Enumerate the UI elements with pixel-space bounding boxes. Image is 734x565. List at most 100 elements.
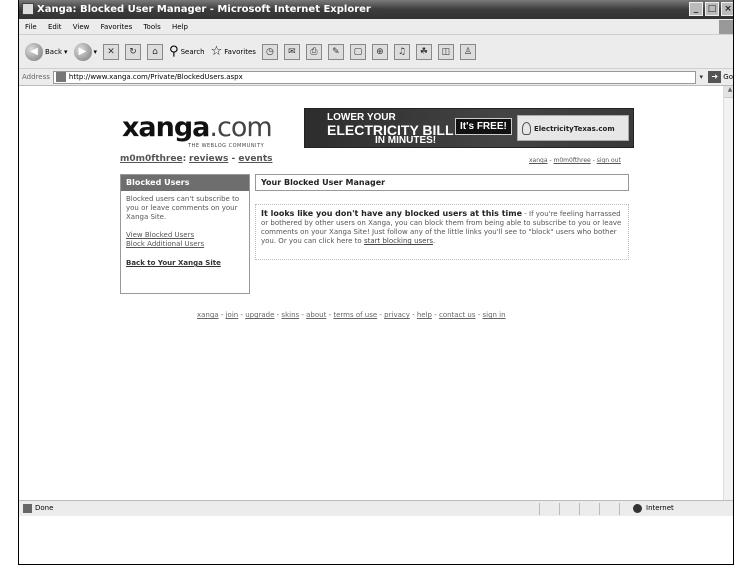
title-bar: Xanga: Blocked User Manager - Microsoft … bbox=[19, 0, 733, 19]
page-done-icon bbox=[23, 503, 32, 513]
menu-file[interactable]: File bbox=[25, 23, 37, 31]
footer-link-skins[interactable]: skins bbox=[281, 311, 299, 319]
address-input[interactable]: http://www.xanga.com/Private/BlockedUser… bbox=[52, 70, 697, 84]
logo-tagline: THE WEBLOG COMMUNITY bbox=[188, 143, 265, 149]
notice-heading: It looks like you don't have any blocked… bbox=[261, 209, 523, 218]
ad-banner[interactable]: LOWER YOUR ELECTRICITY BILL IN MINUTES! … bbox=[304, 108, 634, 148]
page-icon bbox=[55, 72, 66, 82]
sign-out-link[interactable]: sign out bbox=[597, 157, 621, 164]
stop-icon[interactable]: ✕ bbox=[103, 43, 120, 60]
research-icon[interactable]: ⊕ bbox=[371, 43, 388, 60]
forward-arrow-icon: ▶ bbox=[73, 42, 92, 61]
sidebar-description: Blocked users can't subscribe to you or … bbox=[126, 195, 240, 221]
footer-link-about[interactable]: about bbox=[306, 311, 326, 319]
zone-label: Internet bbox=[646, 504, 674, 512]
footer-link-sign-in[interactable]: sign in bbox=[482, 311, 505, 319]
back-label: Back bbox=[45, 47, 62, 56]
logo-suffix: .com bbox=[209, 112, 272, 143]
userline-sep: : bbox=[182, 154, 187, 164]
events-link[interactable]: events bbox=[238, 154, 272, 164]
menu-view[interactable]: View bbox=[73, 23, 90, 31]
edit-icon[interactable]: ✎ bbox=[327, 43, 344, 60]
media-icon[interactable]: ☘ bbox=[415, 43, 432, 60]
userline-dash: - bbox=[228, 154, 239, 164]
top-links: xanga - m0m0fthree - sign out bbox=[529, 157, 621, 164]
minimize-button[interactable]: _ bbox=[689, 2, 703, 16]
menu-edit[interactable]: Edit bbox=[48, 23, 62, 31]
history-icon[interactable]: ◷ bbox=[261, 43, 278, 60]
page-title: Your Blocked User Manager bbox=[255, 174, 629, 191]
favorites-label: Favorites bbox=[224, 47, 256, 56]
home-icon[interactable]: ⌂ bbox=[147, 43, 164, 60]
address-label: Address bbox=[22, 73, 50, 81]
status-divider bbox=[559, 503, 560, 515]
search-icon: ⚲ bbox=[169, 44, 179, 59]
scroll-up-icon[interactable]: ▲ bbox=[724, 86, 733, 98]
search-label: Search bbox=[180, 47, 205, 56]
xanga-logo[interactable]: xanga.com THE WEBLOG COMMUNITY bbox=[120, 108, 273, 152]
banner-sponsor: ElectricityTexas.com bbox=[517, 115, 629, 141]
back-arrow-icon: ◀ bbox=[25, 42, 43, 61]
page-content: xanga.com THE WEBLOG COMMUNITY LOWER YOU… bbox=[19, 86, 733, 500]
view-blocked-users-link[interactable]: View Blocked Users bbox=[126, 231, 244, 240]
footer-link-join[interactable]: join bbox=[226, 311, 239, 319]
favorites-button[interactable]: ☆ Favorites bbox=[211, 44, 256, 59]
back-button[interactable]: ◀ Back ▾ bbox=[25, 42, 68, 61]
bookmark-icon[interactable]: ◫ bbox=[437, 43, 454, 60]
user-link[interactable]: m0m0fthree bbox=[554, 157, 591, 164]
logo-name: xanga bbox=[122, 112, 210, 143]
footer-link-privacy[interactable]: privacy bbox=[384, 311, 410, 319]
mail-icon[interactable]: ✉ bbox=[283, 43, 300, 60]
sidebar-title: Blocked Users bbox=[121, 175, 249, 191]
close-button[interactable]: × bbox=[721, 2, 733, 16]
footer-sep: - bbox=[409, 311, 417, 319]
sponsor-name: ElectricityTexas.com bbox=[534, 125, 615, 133]
back-to-site-link[interactable]: Back to Your Xanga Site bbox=[126, 259, 244, 268]
search-button[interactable]: ⚲ Search bbox=[169, 44, 205, 59]
footer-link-terms[interactable]: terms of use bbox=[333, 311, 377, 319]
go-arrow-icon: ➜ bbox=[708, 71, 722, 83]
notice-end: . bbox=[433, 237, 436, 245]
status-divider bbox=[619, 503, 620, 515]
status-bar: Done Internet bbox=[19, 500, 733, 516]
footer-link-upgrade[interactable]: upgrade bbox=[245, 311, 274, 319]
back-dropdown-icon[interactable]: ▾ bbox=[64, 48, 68, 56]
star-icon: ☆ bbox=[210, 44, 223, 59]
status-divider bbox=[599, 503, 600, 515]
forward-button[interactable]: ▶ ▾ bbox=[73, 42, 98, 61]
messenger-icon[interactable]: ♫ bbox=[393, 43, 410, 60]
start-blocking-link[interactable]: start blocking users bbox=[364, 237, 433, 245]
blocked-users-sidebar: Blocked Users Blocked users can't subscr… bbox=[120, 174, 250, 294]
internet-zone-icon bbox=[633, 503, 642, 513]
discuss-icon[interactable]: ▢ bbox=[349, 43, 366, 60]
menu-bar: File Edit View Favorites Tools Help bbox=[19, 19, 733, 35]
menu-favorites[interactable]: Favorites bbox=[101, 23, 133, 31]
menu-help[interactable]: Help bbox=[172, 23, 188, 31]
menu-tools[interactable]: Tools bbox=[143, 23, 160, 31]
maximize-button[interactable]: □ bbox=[705, 2, 719, 16]
vertical-scrollbar[interactable]: ▲ bbox=[723, 86, 733, 500]
refresh-icon[interactable]: ↻ bbox=[125, 43, 142, 60]
status-divider bbox=[579, 503, 580, 515]
banner-line3: IN MINUTES! bbox=[375, 135, 437, 146]
address-dropdown-icon[interactable]: ▾ bbox=[696, 73, 706, 81]
reviews-link[interactable]: reviews bbox=[189, 154, 228, 164]
block-additional-users-link[interactable]: Block Additional Users bbox=[126, 240, 244, 249]
xanga-link[interactable]: xanga bbox=[529, 157, 548, 164]
footer-link-contact[interactable]: contact us bbox=[439, 311, 476, 319]
username-link[interactable]: m0m0fthree bbox=[120, 154, 183, 164]
footer-link-help[interactable]: help bbox=[417, 311, 432, 319]
status-divider bbox=[539, 503, 540, 515]
lightbulb-icon bbox=[522, 122, 531, 135]
no-blocked-users-notice: It looks like you don't have any blocked… bbox=[255, 204, 629, 260]
address-bar: Address http://www.xanga.com/Private/Blo… bbox=[19, 69, 733, 86]
forward-dropdown-icon[interactable]: ▾ bbox=[94, 48, 98, 56]
go-button[interactable]: ➜ Go bbox=[708, 71, 733, 83]
banner-cta: It's FREE! bbox=[455, 118, 512, 135]
footer-link-xanga[interactable]: xanga bbox=[197, 311, 219, 319]
address-url: http://www.xanga.com/Private/BlockedUser… bbox=[68, 73, 243, 81]
print-icon[interactable]: ⎙ bbox=[305, 43, 322, 60]
toolbar: ◀ Back ▾ ▶ ▾ ✕ ↻ ⌂ ⚲ Search ☆ Favorites … bbox=[19, 35, 733, 69]
ie-app-icon bbox=[22, 3, 34, 15]
user-icon[interactable]: ♙ bbox=[459, 43, 476, 60]
